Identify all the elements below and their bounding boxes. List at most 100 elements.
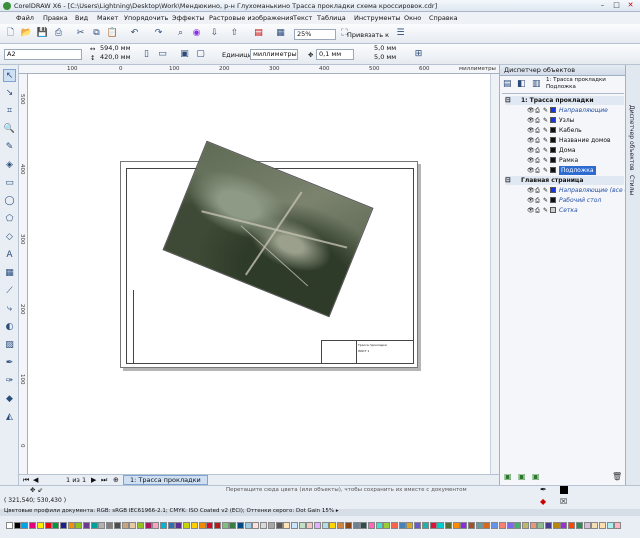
palette-swatch[interactable] [614,522,622,529]
palette-swatch[interactable] [391,522,398,529]
units-options-icon[interactable]: ⊞ [412,48,425,61]
show-properties-icon[interactable]: ◧ [517,79,526,89]
palette-swatch[interactable] [329,522,337,529]
minimize-button[interactable]: – [596,1,609,10]
options-icon[interactable]: ☰ [394,27,407,40]
palette-swatch[interactable] [260,522,268,529]
palette-swatch[interactable] [429,522,437,529]
page-height-field[interactable]: 420,0 мм [98,53,136,63]
pdf-icon[interactable]: ▤ [252,27,265,40]
first-page-icon[interactable]: ⏮ [23,476,29,485]
delete-layer-icon[interactable]: 🗑 [612,472,622,481]
palette-swatch[interactable] [306,522,314,529]
palette-swatch[interactable] [344,522,352,529]
outline-indicator-icon[interactable]: ✒ [540,485,547,494]
maximize-button[interactable]: □ [610,1,623,10]
layer-row[interactable]: 👁 ⎙ ✎ Дома [505,146,624,155]
units-select[interactable]: миллиметры [250,49,298,60]
outline-color-swatch[interactable] [560,486,568,494]
palette-swatch[interactable] [36,522,44,529]
layer-row[interactable]: 👁 ⎙ ✎ Направляющие (все с... [505,186,634,195]
close-button[interactable]: ✕ [624,1,637,10]
palette-swatch[interactable] [90,522,98,529]
dimension-tool-icon[interactable]: ⟋ [3,285,16,298]
search-content-icon[interactable]: ⌕ [174,27,187,40]
print-icon[interactable]: ⎙ [535,186,540,195]
collapse-icon[interactable]: ⊟ [505,96,511,105]
connector-tool-icon[interactable]: ⤷ [3,303,16,316]
layer-row[interactable]: 👁 ⎙ ✎ Сетка [505,206,624,215]
page-node[interactable]: ⊟ Главная страница [505,176,624,185]
palette-swatch[interactable] [475,522,483,529]
palette-swatch[interactable] [314,522,321,529]
eye-icon[interactable]: 👁 [527,136,535,145]
layer-row[interactable]: 👁 ⎙ ✎ Рабочий стол [505,196,624,205]
palette-swatch[interactable] [160,522,167,529]
print-icon[interactable]: ⎙ [535,146,540,155]
menu-arrange[interactable]: Упорядочить [124,14,168,22]
drag-tool-icon[interactable]: ✥ ⇙ [30,486,43,494]
palette-swatch[interactable] [6,522,13,529]
page-node[interactable]: ⊟ 1: Трасса прокладки [505,96,624,105]
palette-swatch[interactable] [67,522,75,529]
collapse-icon[interactable]: ⊟ [505,176,511,185]
corel-connect-icon[interactable]: ◉ [190,27,203,40]
no-fill-icon[interactable]: ☒ [560,497,567,506]
outline-pen-icon[interactable]: ✑ [3,375,16,388]
basic-shapes-icon[interactable]: ◇ [3,231,16,244]
layer-color-swatch[interactable] [550,197,556,203]
layer-row[interactable]: 👁 ⎙ ✎ Рамка [505,156,624,165]
last-page-icon[interactable]: ⏭ [101,476,107,485]
eye-icon[interactable]: 👁 [527,106,535,115]
palette-swatch[interactable] [298,522,306,529]
palette-swatch[interactable] [206,522,214,529]
menu-window[interactable]: Окно [404,14,421,22]
page-tab[interactable]: 1: Трасса прокладки [123,475,208,485]
palette-swatch[interactable] [244,522,252,529]
menu-edit[interactable]: Правка [43,14,68,22]
eye-icon[interactable]: 👁 [527,126,535,135]
palette-swatch[interactable] [221,522,229,529]
tab-object-manager[interactable]: Диспетчер объектов [628,105,635,171]
menu-bitmaps[interactable]: Растровые изображения [209,14,293,22]
print-icon[interactable]: ⎙ [52,27,65,40]
polygon-tool-icon[interactable]: ⬠ [3,213,16,226]
smart-fill-icon[interactable]: ◈ [3,159,16,172]
layer-color-swatch[interactable] [550,117,556,123]
layer-options-icon[interactable]: ▤ [503,79,512,89]
palette-swatch[interactable] [121,522,129,529]
open-icon[interactable]: 📂 [20,27,33,40]
transparency-tool-icon[interactable]: ▨ [3,339,16,352]
palette-swatch[interactable] [152,522,160,529]
palette-swatch[interactable] [506,522,514,529]
menu-layout[interactable]: Макет [97,14,118,22]
pick-tool-icon[interactable]: ↖ [3,69,16,82]
palette-swatch[interactable] [129,522,137,529]
eye-icon[interactable]: 👁 [527,156,535,165]
palette-swatch[interactable] [283,522,291,529]
layer-color-swatch[interactable] [550,147,556,153]
palette-swatch[interactable] [437,522,445,529]
palette-swatch[interactable] [106,522,114,529]
landscape-icon[interactable]: ▭ [156,48,169,61]
palette-swatch[interactable] [583,522,591,529]
paste-icon[interactable]: 📋 [106,27,119,40]
palette-swatch[interactable] [560,522,568,529]
next-page-icon[interactable]: ▶ [91,476,96,484]
print-icon[interactable]: ⎙ [535,126,540,135]
palette-swatch[interactable] [468,522,475,529]
vertical-scrollbar[interactable] [490,74,499,474]
layer-color-swatch[interactable] [550,107,556,113]
palette-swatch[interactable] [44,522,52,529]
palette-swatch[interactable] [591,522,599,529]
layer-color-swatch[interactable] [550,137,556,143]
blend-tool-icon[interactable]: ◐ [3,321,16,334]
palette-swatch[interactable] [375,522,383,529]
palette-swatch[interactable] [175,522,183,529]
palette-swatch[interactable] [514,522,522,529]
print-icon[interactable]: ⎙ [535,156,540,165]
palette-swatch[interactable] [229,522,237,529]
lock-icon[interactable]: ✎ [543,116,548,125]
tab-styles[interactable]: Стилы [628,175,635,195]
snap-to-dropdown[interactable]: Привязать к [347,31,389,39]
